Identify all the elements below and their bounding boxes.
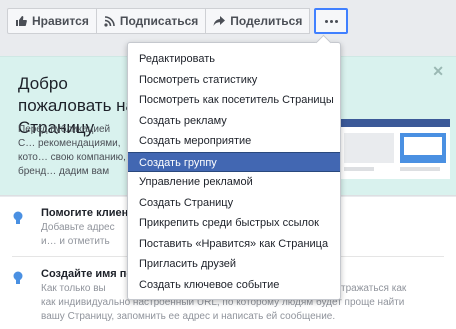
menu-item[interactable]: Создать группу	[128, 151, 340, 172]
more-options-menu: Редактировать Посмотреть статистику Посмот…	[127, 42, 341, 300]
tip-text-tail: тражаться как	[341, 283, 407, 294]
menu-item[interactable]: Управление рекламой	[128, 172, 340, 193]
menu-item[interactable]: Создать ключевое событие	[128, 275, 340, 296]
share-label: Поделиться	[230, 14, 303, 28]
menu-item[interactable]: Создать рекламу	[128, 111, 340, 132]
welcome-text: Перед публикацией С… рекомендациями, кот…	[18, 124, 126, 177]
page-illustration-image	[340, 119, 450, 179]
share-arrow-icon	[213, 15, 226, 26]
menu-item[interactable]: Редактировать	[128, 49, 340, 70]
lightbulb-icon	[13, 271, 23, 284]
rss-icon	[104, 15, 115, 27]
like-button[interactable]: Нравится	[7, 8, 97, 34]
menu-item[interactable]: Создать мероприятие	[128, 131, 340, 152]
thumbs-up-icon	[16, 16, 27, 26]
lightbulb-icon	[13, 211, 23, 224]
menu-item[interactable]: Пригласить друзей	[128, 254, 340, 275]
tip-text: Добавьте адрес и… и отметить посещ…	[41, 222, 115, 247]
more-options-button[interactable]	[314, 8, 349, 34]
tip-title: Создайте имя по	[41, 268, 134, 280]
tip-text: Как только вы соз… как индивидуально нас…	[41, 283, 106, 294]
like-label: Нравится	[32, 14, 89, 28]
share-button[interactable]: Поделиться	[205, 8, 311, 34]
menu-item[interactable]: Посмотреть как посетитель Страницы	[128, 90, 340, 111]
follow-label: Подписаться	[119, 14, 199, 28]
menu-item[interactable]: Посмотреть статистику	[128, 70, 340, 91]
tip-text-line3: вашу Страницу, запомнить ее адрес и напи…	[41, 311, 336, 322]
close-icon[interactable]: ✕	[432, 63, 444, 80]
menu-item[interactable]: Прикрепить среди быстрых ссылок	[128, 213, 340, 234]
menu-item[interactable]: Создать Страницу	[128, 193, 340, 214]
menu-item[interactable]: Поставить «Нравится» как Страница	[128, 234, 340, 255]
follow-button[interactable]: Подписаться	[95, 8, 207, 34]
page-action-bar: Нравится Подписаться Поделиться	[7, 8, 349, 34]
tip-title: Помогите клиент	[41, 207, 134, 219]
more-dots-icon	[324, 19, 338, 23]
